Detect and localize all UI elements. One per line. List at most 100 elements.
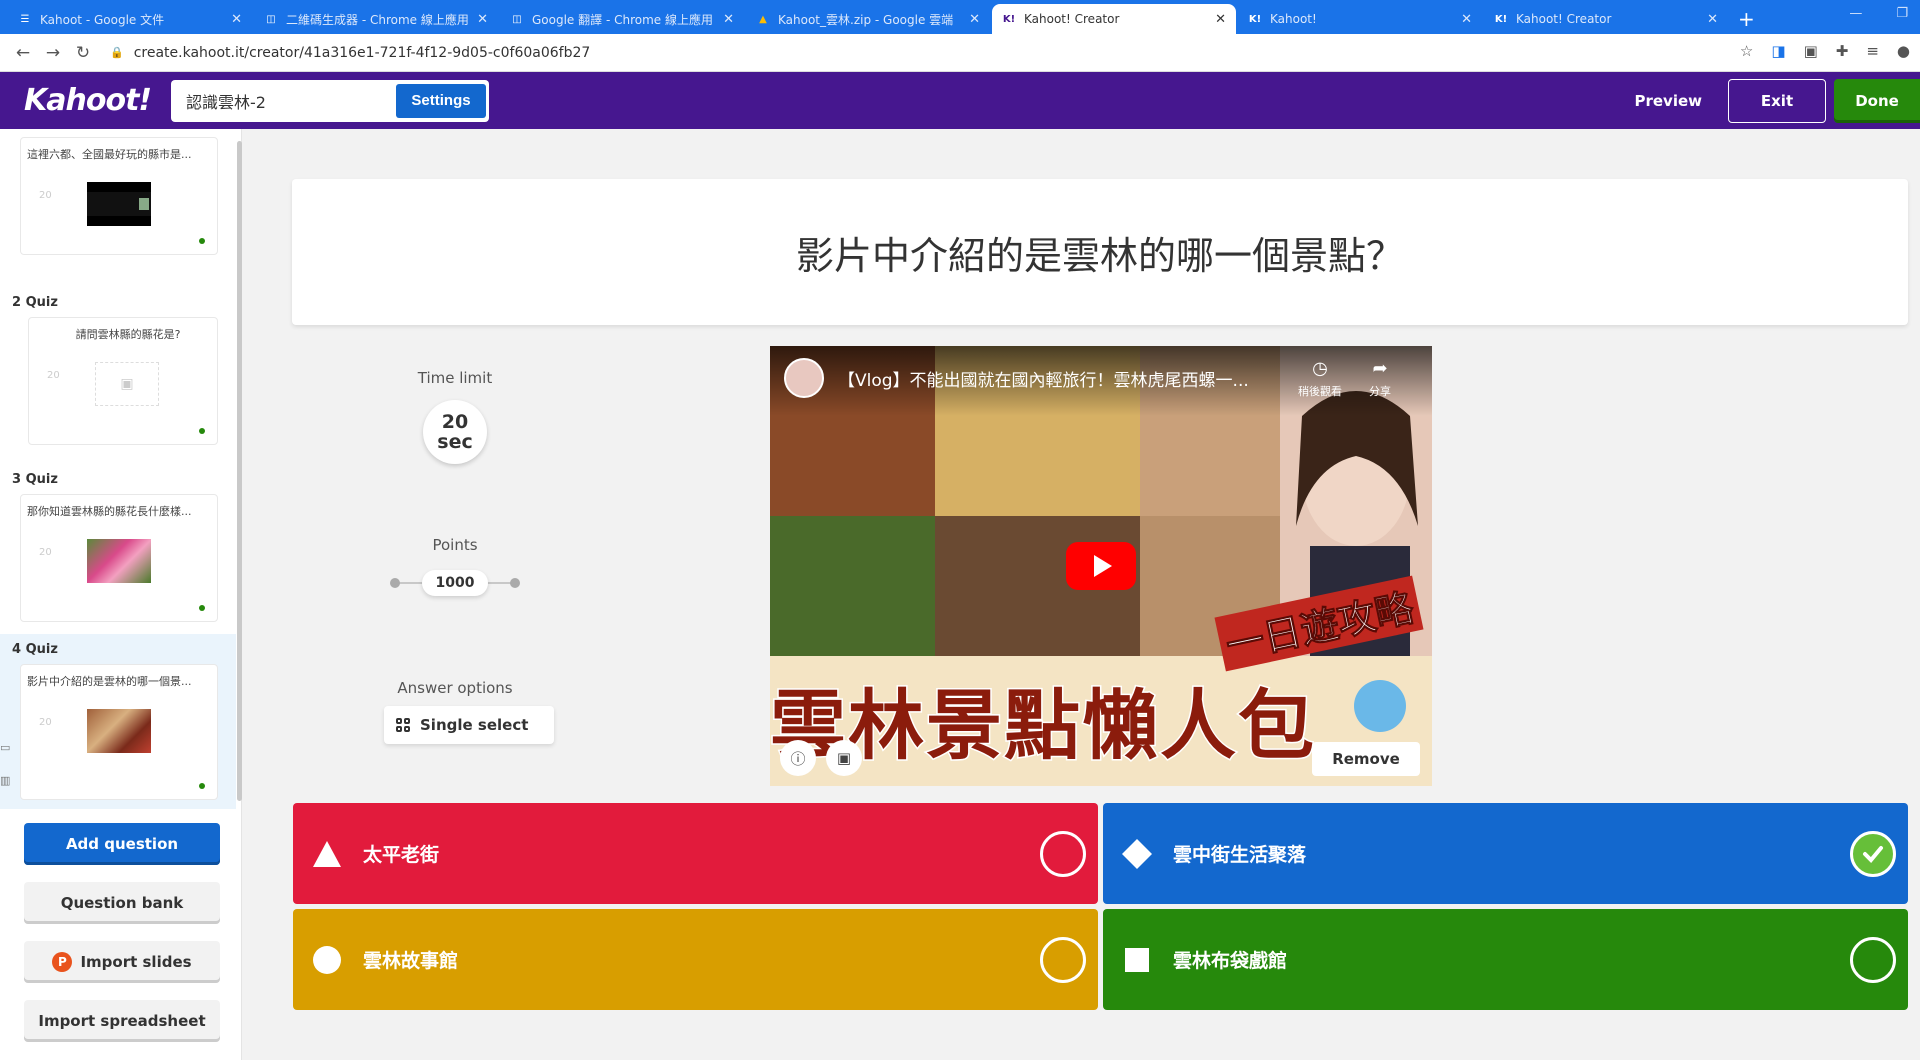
slide-thumbnail[interactable]: 那你知道雲林縣的縣花長什麼樣... 20 <box>20 494 218 622</box>
sidebar-scrollbar[interactable] <box>237 141 242 801</box>
tab-title: Kahoot_雲林.zip - Google 雲端 <box>778 12 954 27</box>
kahoot-title-field[interactable]: 認識雲林-2 Settings <box>171 79 489 122</box>
slide-item-1[interactable]: 這裡六都、全國最好玩的縣市是... 20 <box>0 129 236 275</box>
answer-text[interactable]: 雲林布袋戲館 <box>1173 946 1850 973</box>
trash-icon[interactable]: ▥ <box>0 774 10 787</box>
slide-item-3[interactable]: 3 Quiz 那你知道雲林縣的縣花長什麼樣... 20 <box>0 464 236 640</box>
points-slider[interactable]: 1000 <box>390 566 520 600</box>
question-bank-button[interactable]: Question bank <box>24 882 220 924</box>
correct-toggle[interactable] <box>1850 936 1896 983</box>
new-tab-button[interactable]: + <box>1738 4 1755 34</box>
browser-tab[interactable]: ☰ Kahoot - Google 文件 ✕ <box>8 4 252 34</box>
info-icon[interactable]: ⓘ <box>780 740 816 776</box>
share-button[interactable]: ➦ 分享 <box>1358 358 1402 399</box>
question-video[interactable]: 【Vlog】不能出國就在國內輕旅行！雲林虎尾西螺一... ◷ 稍後觀看 ➦ 分享 一… <box>770 346 1432 786</box>
browser-tab[interactable]: ◫ 二維碼生成器 - Chrome 線上應用 ✕ <box>254 4 498 34</box>
remove-media-button[interactable]: Remove <box>1312 742 1420 776</box>
answer-4[interactable]: 雲林布袋戲館 <box>1103 909 1908 1010</box>
import-slides-label: Import slides <box>80 953 192 971</box>
browser-tab[interactable]: ◫ Google 翻譯 - Chrome 線上應用 ✕ <box>500 4 744 34</box>
extensions-area: ☆ ◨ ▣ ✚ ≡ ● <box>1740 42 1910 60</box>
minimize-icon[interactable]: — <box>1849 6 1862 21</box>
answer-text[interactable]: 太平老街 <box>363 840 1040 867</box>
profile-icon[interactable]: ● <box>1897 42 1910 60</box>
close-icon[interactable]: ✕ <box>1215 12 1226 27</box>
slide-list: 這裡六都、全國最好玩的縣市是... 20 2 Quiz 請問雲林縣的縣花是? 2… <box>0 129 236 809</box>
close-icon[interactable]: ✕ <box>477 12 488 27</box>
slide-label: 4 Quiz <box>12 642 58 657</box>
channel-avatar[interactable] <box>784 358 824 398</box>
slide-time: 20 <box>39 547 52 558</box>
correct-toggle[interactable] <box>1850 830 1896 877</box>
import-slides-button[interactable]: P Import slides <box>24 941 220 983</box>
slide-image-thumb <box>87 539 151 583</box>
settings-button[interactable]: Settings <box>396 83 486 118</box>
time-limit-selector[interactable]: 20 sec <box>423 400 487 464</box>
maximize-icon[interactable]: ❐ <box>1896 6 1908 21</box>
slide-item-2[interactable]: 2 Quiz 請問雲林縣的縣花是? 20 ▣ <box>0 287 236 463</box>
close-icon[interactable]: ✕ <box>723 12 734 27</box>
kahoot-logo[interactable]: Kahoot! <box>24 83 152 118</box>
url-field[interactable]: 🔒 create.kahoot.it/creator/41a316e1-721f… <box>110 45 590 61</box>
browser-tab[interactable]: ▲ Kahoot_雲林.zip - Google 雲端 ✕ <box>746 4 990 34</box>
answer-text[interactable]: 雲林故事館 <box>363 946 1040 973</box>
preview-button[interactable]: Preview <box>1634 92 1702 110</box>
replace-media-icon[interactable]: ▣ <box>826 740 862 776</box>
slide-thumbnail[interactable]: 請問雲林縣的縣花是? 20 ▣ <box>28 317 218 445</box>
slide-question-text: 請問雲林縣的縣花是? <box>75 328 181 341</box>
image-placeholder-icon: ▣ <box>95 362 159 406</box>
answer-options-text: Answer options <box>397 679 513 697</box>
back-icon[interactable]: ← <box>8 43 38 63</box>
valid-indicator-icon <box>199 605 205 611</box>
import-spreadsheet-button[interactable]: Import spreadsheet <box>24 1000 220 1042</box>
slide-thumbnail[interactable]: 影片中介紹的是雲林的哪一個景... 20 <box>20 664 218 800</box>
chrome-store-icon: ◫ <box>512 13 522 25</box>
close-icon[interactable]: ✕ <box>231 12 242 27</box>
slider-min-dot <box>390 578 400 588</box>
reading-list-icon[interactable]: ≡ <box>1866 42 1879 60</box>
triangle-icon <box>307 834 347 874</box>
puzzle-icon[interactable]: ✚ <box>1836 42 1849 60</box>
diamond-icon <box>1117 834 1157 874</box>
slide-thumbnail[interactable]: 這裡六都、全國最好玩的縣市是... 20 <box>20 137 218 255</box>
browser-tab[interactable]: K! Kahoot! Creator ✕ <box>1484 4 1728 34</box>
answer-type-select[interactable]: Single select <box>384 706 554 744</box>
watch-later-button[interactable]: ◷ 稍後觀看 <box>1298 358 1342 399</box>
slide-time: 20 <box>39 717 52 728</box>
chrome-store-icon: ◫ <box>266 13 276 25</box>
slider-max-dot <box>510 578 520 588</box>
add-question-button[interactable]: Add question <box>24 823 220 865</box>
star-icon[interactable]: ☆ <box>1740 42 1753 60</box>
browser-tab[interactable]: K! Kahoot! ✕ <box>1238 4 1482 34</box>
kahoot-title[interactable]: 認識雲林-2 <box>174 89 396 113</box>
answer-3[interactable]: 雲林故事館 <box>293 909 1098 1010</box>
forward-icon[interactable]: → <box>38 43 68 63</box>
time-unit: sec <box>437 431 473 453</box>
browser-tab-active[interactable]: K! Kahoot! Creator ✕ <box>992 4 1236 34</box>
watch-later-label: 稍後觀看 <box>1298 385 1342 398</box>
comment-icon[interactable]: ▭ <box>0 741 10 754</box>
slide-item-4[interactable]: 4 Quiz 影片中介紹的是雲林的哪一個景... 20 <box>0 634 236 809</box>
answer-2[interactable]: 雲中街生活聚落 <box>1103 803 1908 904</box>
correct-toggle[interactable] <box>1040 830 1086 877</box>
time-limit-text: Time limit <box>417 369 493 387</box>
kahoot-icon: K! <box>1002 13 1016 25</box>
translate-icon[interactable]: ◨ <box>1771 42 1785 60</box>
answer-1[interactable]: 太平老街 <box>293 803 1098 904</box>
tab-title: Kahoot - Google 文件 <box>40 12 165 27</box>
close-icon[interactable]: ✕ <box>969 12 980 27</box>
points-value[interactable]: 1000 <box>421 570 489 596</box>
play-button[interactable] <box>1066 542 1136 590</box>
question-input[interactable]: 影片中介紹的是雲林的哪一個景點？ <box>292 179 1908 325</box>
time-limit-label: Time limit <box>380 368 530 387</box>
exit-button[interactable]: Exit <box>1728 79 1826 123</box>
creator-header: Kahoot! 認識雲林-2 Settings Preview Exit Don… <box>0 72 1920 129</box>
close-icon[interactable]: ✕ <box>1707 12 1718 27</box>
done-button[interactable]: Done <box>1834 79 1920 123</box>
reload-icon[interactable]: ↻ <box>68 43 98 63</box>
qr-icon[interactable]: ▣ <box>1804 42 1818 60</box>
close-icon[interactable]: ✕ <box>1461 12 1472 27</box>
correct-toggle[interactable] <box>1040 936 1086 983</box>
video-title[interactable]: 【Vlog】不能出國就在國內輕旅行！雲林虎尾西螺一... <box>838 366 1278 391</box>
answer-text[interactable]: 雲中街生活聚落 <box>1173 840 1850 867</box>
